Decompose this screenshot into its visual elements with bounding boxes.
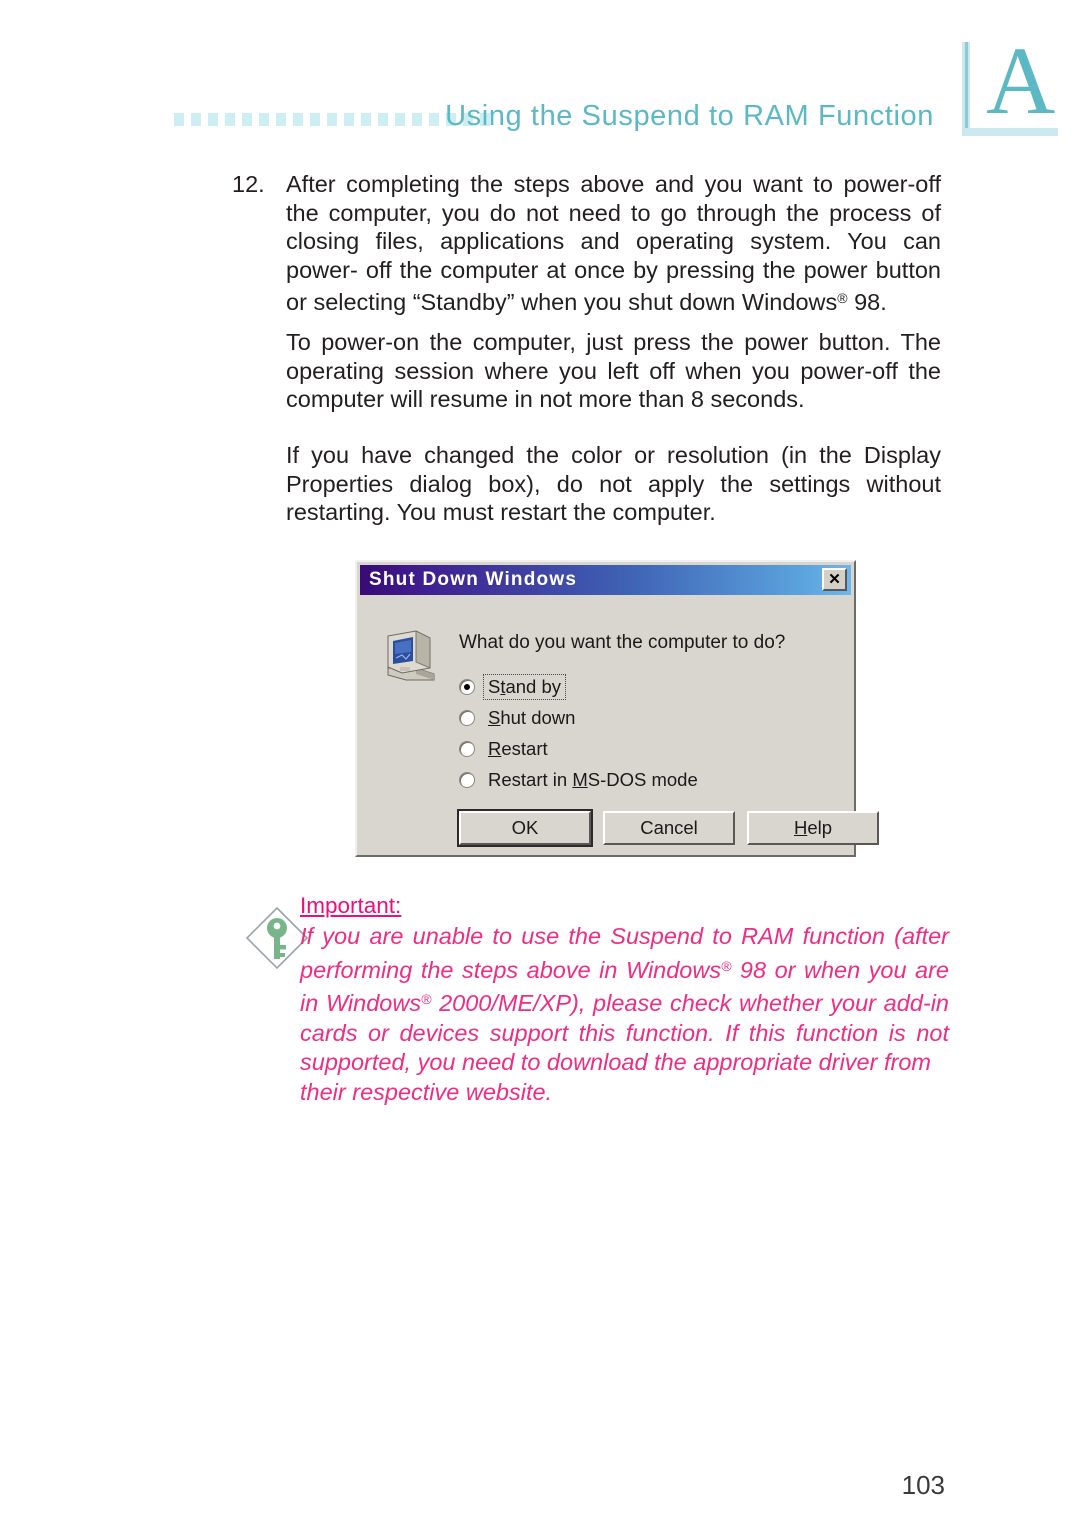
paragraph-display-properties: If you have changed the color or resolut… [286,441,941,527]
paragraph-line: If you have changed the color or resolut… [286,442,941,468]
computer-icon [382,628,440,684]
radio-label-stand-by: Stand by [482,674,567,700]
paragraph-line: operating session where you left off whe… [286,357,941,384]
header-dot [208,113,218,126]
close-icon[interactable]: ✕ [822,568,847,591]
header-dot [378,113,388,126]
paragraph-power-on-text: To power-on the computer, just press the… [286,328,941,414]
radio-label-restart-ms-dos: Restart in MS-DOS mode [488,769,698,790]
numbered-step-12: 12. After completing the steps above and… [232,170,941,317]
note-line: performing the steps above in Windows® 9… [300,956,950,983]
paragraph-line: restarting. You must restart the compute… [286,499,716,526]
header-dot [361,113,371,126]
dialog-body: What do you want the computer to do? Sta… [360,598,879,852]
tab-bracket-vertical-inner [965,42,968,132]
paragraph-line: To power-on the computer, just press the… [286,329,941,355]
paragraph-line: Properties dialog box), do not apply the… [286,470,941,497]
dialog-titlebar[interactable]: Shut Down Windows ✕ [360,565,851,595]
help-button[interactable]: Help [747,811,879,845]
radio-indicator[interactable] [459,772,475,788]
step-number: 12. [232,171,265,197]
radio-label-restart: Restart [488,738,548,759]
header-dot [174,113,184,126]
radio-indicator[interactable] [459,679,475,695]
note-line: If you are unable to use the Suspend to … [300,923,949,949]
step-12-line: selecting “Standby” when you shut down W… [313,289,887,316]
note-line: cards or devices support this function. … [300,1019,949,1046]
header-dot [242,113,252,126]
important-note-body: If you are unable to use the Suspend to … [300,922,949,1107]
header-dot [310,113,320,126]
step-12-line: the computer, you do not need to go thro… [286,199,941,226]
header-dot [225,113,235,126]
header-dot-rule [174,113,490,126]
page-number: 103 [901,1470,945,1500]
page-header: Using the Suspend to RAM Function A [0,0,1080,160]
header-dot [395,113,405,126]
radio-option-restart-ms-dos[interactable]: Restart in MS-DOS mode [459,765,702,795]
important-note-heading: Important: [300,893,402,918]
ok-button[interactable]: OK [459,811,591,845]
note-line: their respective website. [300,1078,553,1105]
dialog-question-label: What do you want the computer to do? [459,632,786,653]
step-12-line: After completing the steps above and you… [286,171,941,197]
radio-option-restart[interactable]: Restart [459,734,702,764]
page-title: Using the Suspend to RAM Function [445,100,934,132]
step-12-text: After completing the steps above and you… [286,170,941,317]
header-dot [327,113,337,126]
paragraph-display-text: If you have changed the color or resolut… [286,441,941,527]
cancel-button[interactable]: Cancel [603,811,735,845]
note-line: in Windows® 2000/ME/XP), please check wh… [300,990,949,1016]
dialog-button-bar: OK Cancel Help [459,811,879,845]
shutdown-option-group: Stand by Shut down Restart Restart in MS… [459,672,702,796]
important-note-text: Important: If you are unable to use the … [300,893,949,1107]
paragraph-line: computer will resume in not more than 8 … [286,386,805,413]
radio-option-shut-down[interactable]: Shut down [459,703,702,733]
header-dot [293,113,303,126]
note-line: supported, you need to download the appr… [300,1049,931,1075]
radio-option-stand-by[interactable]: Stand by [459,672,702,702]
header-dot [412,113,422,126]
tab-letter: A [986,27,1056,134]
header-dot [259,113,269,126]
shut-down-windows-dialog: Shut Down Windows ✕ What do you want the… [355,560,879,857]
radio-indicator[interactable] [459,710,475,726]
paragraph-power-on: To power-on the computer, just press the… [286,328,941,414]
radio-indicator[interactable] [459,741,475,757]
header-dot [276,113,286,126]
header-dot [344,113,354,126]
appendix-tab-marker: A [962,33,1058,140]
radio-label-shut-down: Shut down [488,707,576,728]
header-dot [429,113,439,126]
header-dot [191,113,201,126]
dialog-title: Shut Down Windows [369,569,578,590]
